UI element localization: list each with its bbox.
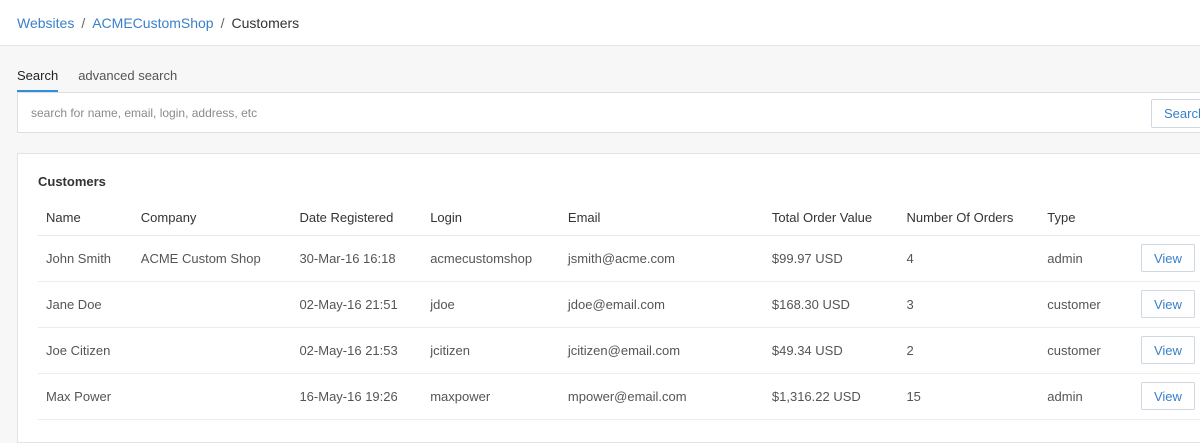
table-row: Joe Citizen 02-May-16 21:53 jcitizen jci… [38,327,1200,374]
column-header-login: Login [422,200,560,236]
panel-title: Customers [38,174,106,189]
breadcrumb-current: Customers [231,14,300,31]
cell-number-of-orders: 4 [898,235,1040,282]
tab-search[interactable]: Search [17,60,59,92]
cell-date-registered: 02-May-16 21:51 [291,281,423,328]
cell-total-order-value: $1,316.22 USD [763,373,899,420]
cell-date-registered: 30-Mar-16 16:18 [291,235,423,282]
column-header-name: Name [38,200,133,236]
cell-email: jcitizen@email.com [559,327,764,374]
cell-email: jdoe@email.com [559,281,764,328]
cell-type: customer [1039,327,1133,374]
cell-company [132,373,292,420]
cell-name: John Smith [38,235,133,282]
view-button[interactable]: View [1140,336,1195,364]
cell-total-order-value: $168.30 USD [763,281,899,328]
cell-login: jcitizen [422,327,560,374]
cell-email: mpower@email.com [559,373,764,420]
breadcrumb: Websites / ACMECustomShop / Customers [0,0,1200,46]
table-header-row: Name Company Date Registered Login Email… [38,200,1200,236]
search-input[interactable] [18,93,1138,132]
cell-type: admin [1039,235,1133,282]
cell-date-registered: 02-May-16 21:53 [291,327,423,374]
table-row: Jane Doe 02-May-16 21:51 jdoe jdoe@email… [38,281,1200,328]
cell-company [132,281,292,328]
column-header-date-registered: Date Registered [291,200,423,236]
cell-date-registered: 16-May-16 19:26 [291,373,423,420]
column-header-type: Type [1039,200,1133,236]
column-header-number-of-orders: Number Of Orders [898,200,1040,236]
cell-action: View [1132,235,1200,282]
tab-advanced-search[interactable]: advanced search [78,60,177,92]
cell-number-of-orders: 2 [898,327,1040,374]
breadcrumb-shop-link[interactable]: ACMECustomShop [92,15,213,31]
cell-name: Jane Doe [38,281,133,328]
cell-company: ACME Custom Shop [132,235,292,282]
search-bar: Search [17,92,1200,133]
cell-total-order-value: $49.34 USD [763,327,899,374]
table-row: John Smith ACME Custom Shop 30-Mar-16 16… [38,235,1200,282]
cell-company [132,327,292,374]
view-button[interactable]: View [1140,244,1195,272]
breadcrumb-separator: / [81,14,86,31]
cell-action: View [1132,281,1200,328]
cell-type: admin [1039,373,1133,420]
search-button[interactable]: Search [1151,99,1200,128]
cell-email: jsmith@acme.com [559,235,764,282]
cell-action: View [1132,373,1200,420]
cell-number-of-orders: 3 [898,281,1040,328]
cell-action: View [1132,327,1200,374]
column-header-action [1132,200,1200,236]
cell-name: Max Power [38,373,133,420]
breadcrumb-separator: / [220,14,225,31]
view-button[interactable]: View [1140,290,1195,318]
breadcrumb-websites-link[interactable]: Websites [17,15,74,31]
view-button[interactable]: View [1140,382,1195,410]
customers-panel: Customers Name Company Date Registered L… [17,153,1200,443]
column-header-total-order-value: Total Order Value [763,200,899,236]
search-tabs: Search advanced search [17,60,197,92]
cell-login: acmecustomshop [422,235,560,282]
customers-table: Name Company Date Registered Login Email… [38,200,1200,420]
cell-login: jdoe [422,281,560,328]
cell-name: Joe Citizen [38,327,133,374]
cell-total-order-value: $99.97 USD [763,235,899,282]
cell-type: customer [1039,281,1133,328]
column-header-company: Company [132,200,292,236]
cell-login: maxpower [422,373,560,420]
column-header-email: Email [559,200,764,236]
table-row: Max Power 16-May-16 19:26 maxpower mpowe… [38,373,1200,420]
cell-number-of-orders: 15 [898,373,1040,420]
